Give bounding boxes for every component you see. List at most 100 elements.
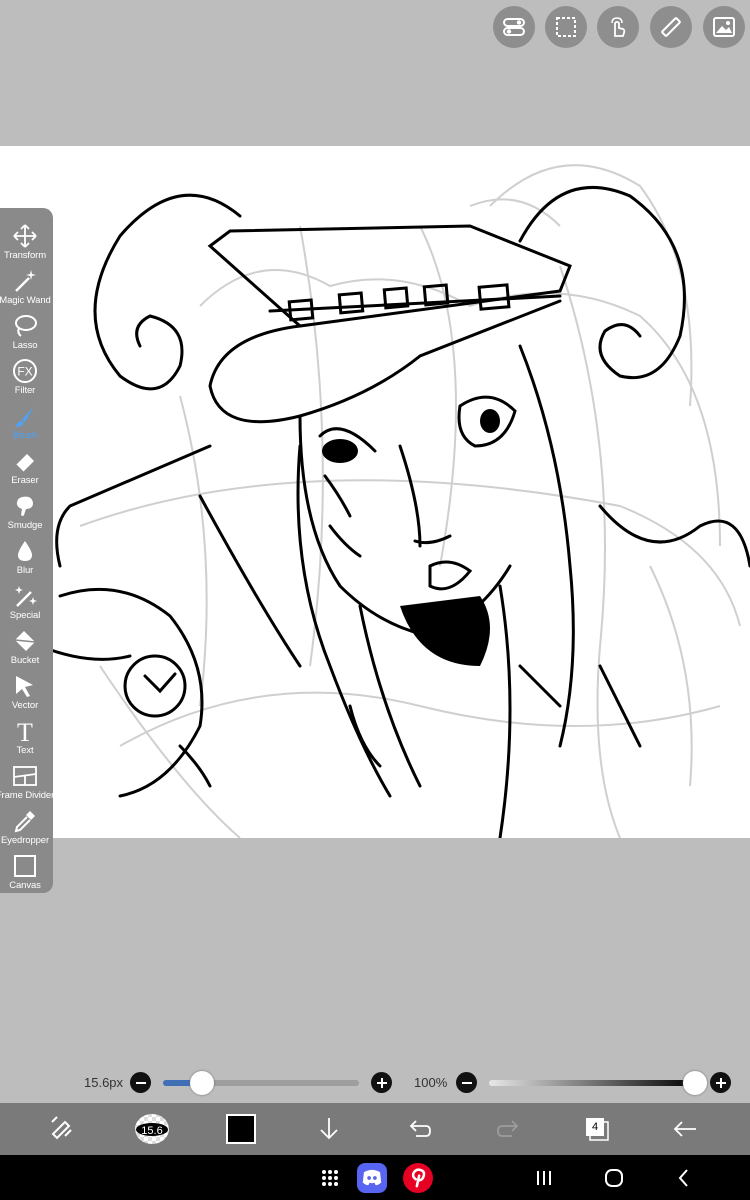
minus-icon bbox=[135, 1081, 146, 1084]
current-color-swatch bbox=[226, 1114, 256, 1144]
eraser-icon bbox=[11, 447, 39, 475]
tool-filter[interactable]: FX Filter bbox=[0, 355, 50, 400]
tool-blur[interactable]: Blur bbox=[0, 535, 50, 580]
home-circle-icon bbox=[605, 1169, 623, 1187]
fx-icon: FX bbox=[11, 357, 39, 385]
download-button[interactable] bbox=[312, 1112, 346, 1146]
tool-palette: Transform Magic Wand Lasso FX Filter Brush Era… bbox=[0, 208, 54, 895]
tool-label: Canvas bbox=[9, 880, 41, 891]
tool-frame-divider[interactable]: Frame Divider bbox=[0, 760, 54, 805]
tool-label: Special bbox=[9, 610, 41, 621]
tool-bucket[interactable]: Bucket bbox=[0, 625, 50, 670]
action-bar: 15.6 4 bbox=[0, 1103, 750, 1155]
tool-brush[interactable]: Brush bbox=[0, 400, 50, 445]
toggle-icon bbox=[503, 18, 525, 36]
toggle-settings-button[interactable] bbox=[493, 6, 535, 48]
tool-label: Bucket bbox=[10, 655, 40, 666]
redo-button[interactable] bbox=[492, 1112, 526, 1146]
brush-size-decrease-button[interactable] bbox=[130, 1072, 151, 1093]
layer-count: 4 bbox=[591, 1121, 599, 1133]
magic-wand-icon bbox=[11, 267, 39, 295]
tool-vector[interactable]: Vector bbox=[0, 670, 50, 715]
app-drawer-button[interactable] bbox=[314, 1162, 346, 1194]
brush-slider-row: 15.6px 100% bbox=[0, 1066, 750, 1100]
pen-eraser-swap-icon bbox=[51, 1116, 72, 1140]
tool-label: Lasso bbox=[12, 340, 38, 351]
tool-label: Eyedropper bbox=[0, 835, 50, 846]
vector-arrow-icon bbox=[11, 672, 39, 700]
back-button[interactable] bbox=[668, 1112, 702, 1146]
color-picker-button[interactable] bbox=[224, 1112, 258, 1146]
opacity-increase-button[interactable] bbox=[710, 1072, 731, 1093]
quick-tools-button[interactable] bbox=[45, 1112, 79, 1146]
gesture-button[interactable] bbox=[597, 6, 639, 48]
plus-icon bbox=[376, 1077, 387, 1088]
discord-app-button[interactable] bbox=[356, 1162, 388, 1194]
drawing-canvas[interactable] bbox=[0, 146, 750, 838]
opacity-decrease-button[interactable] bbox=[456, 1072, 477, 1093]
tool-smudge[interactable]: Smudge bbox=[0, 490, 50, 535]
arrow-left-icon bbox=[673, 1121, 696, 1137]
undo-icon bbox=[409, 1120, 431, 1137]
brush-icon bbox=[11, 402, 39, 430]
tool-transform[interactable]: Transform bbox=[0, 220, 50, 265]
text-icon: T bbox=[11, 717, 39, 745]
paint-app: Transform Magic Wand Lasso FX Filter Brush Era… bbox=[0, 0, 750, 1200]
tool-label: Vector bbox=[11, 700, 39, 711]
tool-label: Blur bbox=[16, 565, 34, 576]
home-button[interactable] bbox=[598, 1162, 630, 1194]
tool-magic-wand[interactable]: Magic Wand bbox=[0, 265, 51, 310]
smudge-icon bbox=[11, 492, 39, 520]
pinterest-app-button[interactable] bbox=[402, 1162, 434, 1194]
tool-eyedropper[interactable]: Eyedropper bbox=[0, 805, 50, 850]
bucket-icon bbox=[11, 627, 39, 655]
sparkle-brush-icon bbox=[11, 582, 39, 610]
image-icon bbox=[713, 17, 735, 37]
grid-dots-icon bbox=[322, 1170, 338, 1186]
undo-button[interactable] bbox=[402, 1112, 436, 1146]
tool-special[interactable]: Special bbox=[0, 580, 50, 625]
tool-label: Eraser bbox=[11, 475, 39, 486]
brush-preview: 15.6 bbox=[135, 1114, 169, 1144]
tool-label: Brush bbox=[12, 430, 38, 441]
tool-label: Frame Divider bbox=[0, 790, 55, 801]
droplet-icon bbox=[11, 537, 39, 565]
tool-canvas[interactable]: Canvas bbox=[0, 850, 50, 895]
tool-label: Transform bbox=[3, 250, 47, 261]
brush-preview-button[interactable]: 15.6 bbox=[133, 1112, 171, 1146]
material-button[interactable] bbox=[703, 6, 745, 48]
svg-text:FX: FX bbox=[17, 365, 32, 379]
opacity-thumb[interactable] bbox=[683, 1071, 707, 1095]
move-arrows-icon bbox=[11, 222, 39, 250]
frame-divider-icon bbox=[11, 762, 39, 790]
canvas-icon bbox=[11, 852, 39, 880]
svg-text:T: T bbox=[17, 718, 33, 744]
touch-hand-icon bbox=[611, 17, 626, 37]
ruler-button[interactable] bbox=[650, 6, 692, 48]
ruler-icon bbox=[661, 17, 681, 37]
opacity-slider[interactable] bbox=[489, 1080, 695, 1086]
recent-apps-button[interactable] bbox=[528, 1162, 560, 1194]
tool-lasso[interactable]: Lasso bbox=[0, 310, 50, 355]
system-back-button[interactable] bbox=[668, 1162, 700, 1194]
sketch-artwork bbox=[38, 164, 750, 838]
tool-eraser[interactable]: Eraser bbox=[0, 445, 50, 490]
layers-button[interactable]: 4 bbox=[580, 1112, 614, 1146]
lasso-icon bbox=[11, 312, 39, 340]
tool-label: Magic Wand bbox=[0, 295, 51, 306]
tool-text[interactable]: T Text bbox=[0, 715, 50, 760]
tool-label: Smudge bbox=[7, 520, 43, 531]
recents-icon bbox=[537, 1171, 551, 1185]
brush-size-thumb[interactable] bbox=[190, 1071, 215, 1095]
brush-size-increase-button[interactable] bbox=[371, 1072, 392, 1093]
eyedropper-icon bbox=[11, 807, 39, 835]
tool-label: Text bbox=[16, 745, 34, 756]
brush-preview-label: 15.6 bbox=[141, 1125, 163, 1137]
arrow-down-icon bbox=[320, 1118, 338, 1140]
selection-button[interactable] bbox=[545, 6, 587, 48]
chevron-left-icon bbox=[678, 1169, 688, 1187]
plus-icon bbox=[715, 1077, 726, 1088]
pinterest-icon bbox=[403, 1163, 433, 1193]
opacity-value: 100% bbox=[414, 1075, 448, 1090]
tool-label: Filter bbox=[14, 385, 36, 396]
